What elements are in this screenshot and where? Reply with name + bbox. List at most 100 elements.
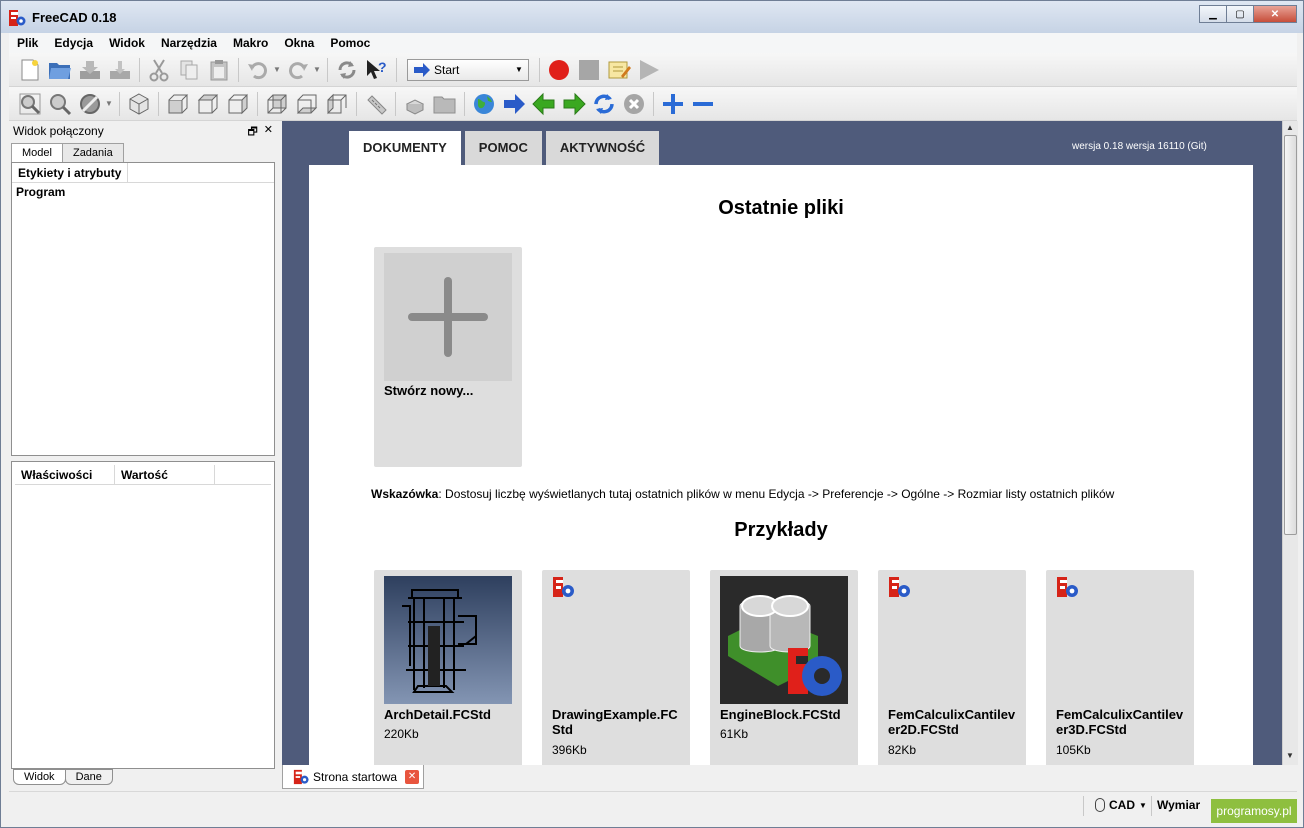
web-refresh-button[interactable] <box>589 90 619 118</box>
close-button[interactable]: ✕ <box>1253 5 1297 23</box>
web-back-button[interactable] <box>529 90 559 118</box>
web-set-url-button[interactable] <box>499 90 529 118</box>
hint-body: : Dostosuj liczbę wyświetlanych tutaj os… <box>438 487 1115 501</box>
cube-left-icon <box>327 93 347 114</box>
toolbar-separator <box>238 57 239 82</box>
web-start-page-button[interactable] <box>469 90 499 118</box>
web-stop-button[interactable] <box>619 90 649 118</box>
redo-button[interactable] <box>283 56 313 84</box>
navigation-style-button[interactable]: CAD ▼ <box>1095 798 1147 812</box>
property-header-property[interactable]: Właściwości <box>15 465 115 484</box>
toolbar-separator <box>327 57 328 82</box>
model-tree[interactable]: Etykiety i atrybuty Program <box>11 162 275 456</box>
example-card[interactable]: EngineBlock.FCStd 61Kb <box>710 570 858 765</box>
example-card[interactable]: ArchDetail.FCStd 220Kb <box>374 570 522 765</box>
tab-view[interactable]: Widok <box>13 769 66 785</box>
toolbar-separator <box>158 91 159 116</box>
combo-view-title: Widok połączony <box>13 124 104 138</box>
status-separator <box>1151 796 1152 816</box>
tab-tasks[interactable]: Zadania <box>61 143 124 163</box>
tab-activity[interactable]: AKTYWNOŚĆ <box>545 131 660 165</box>
redo-dropdown-icon[interactable]: ▼ <box>313 56 323 84</box>
macro-edit-icon <box>608 61 631 78</box>
copy-button[interactable] <box>174 56 204 84</box>
save-as-button[interactable] <box>105 56 135 84</box>
menu-file[interactable]: Plik <box>9 33 46 53</box>
tab-help[interactable]: POMOC <box>464 131 542 165</box>
macro-run-button[interactable] <box>634 56 664 84</box>
workbench-selector[interactable]: Start ▼ <box>407 58 529 81</box>
menu-view[interactable]: Widok <box>101 33 153 53</box>
combo-view-tabs: Model Zadania <box>11 143 124 164</box>
example-card[interactable]: DrawingExample.FCStd 396Kb <box>542 570 690 765</box>
view-right-button[interactable] <box>223 90 253 118</box>
draw-style-button[interactable] <box>75 90 105 118</box>
example-card[interactable]: FemCalculixCantilever3D.FCStd 105Kb <box>1046 570 1194 765</box>
scroll-down-icon[interactable]: ▼ <box>1286 751 1294 760</box>
start-page-scrollbar[interactable]: ▲ ▼ <box>1282 121 1298 765</box>
tab-data[interactable]: Dane <box>64 769 113 785</box>
macro-edit-button[interactable] <box>604 56 634 84</box>
measure-distance-button[interactable] <box>361 90 391 118</box>
zoom-in-button[interactable] <box>658 90 688 118</box>
maximize-button[interactable]: ▢ <box>1226 5 1254 23</box>
example-card[interactable]: FemCalculixCantilever2D.FCStd 82Kb <box>878 570 1026 765</box>
menu-macro[interactable]: Makro <box>225 33 276 53</box>
view-left-button[interactable] <box>322 90 352 118</box>
workbench-selected-label: Start <box>434 62 460 77</box>
view-top-button[interactable] <box>193 90 223 118</box>
new-file-button[interactable] <box>15 56 45 84</box>
view-isometric-button[interactable] <box>124 90 154 118</box>
undo-dropdown-icon[interactable]: ▼ <box>273 56 283 84</box>
web-forward-button[interactable] <box>559 90 589 118</box>
plus-icon <box>663 93 683 114</box>
open-file-button[interactable] <box>45 56 75 84</box>
macro-record-button[interactable] <box>544 56 574 84</box>
fit-selection-button[interactable] <box>45 90 75 118</box>
paste-button[interactable] <box>204 56 234 84</box>
menu-windows[interactable]: Okna <box>276 33 322 53</box>
save-button[interactable] <box>75 56 105 84</box>
new-file-icon <box>21 59 39 80</box>
menu-tools[interactable]: Narzędzia <box>153 33 225 53</box>
green-arrow-right-icon <box>563 92 586 115</box>
minimize-button[interactable]: ▁ <box>1199 5 1227 23</box>
menu-edit[interactable]: Edycja <box>46 33 101 53</box>
tree-item-application[interactable]: Program <box>12 183 274 201</box>
view-rear-button[interactable] <box>262 90 292 118</box>
close-tab-icon[interactable]: ✕ <box>405 769 420 784</box>
create-new-thumbnail <box>384 253 512 381</box>
scrollbar-thumb[interactable] <box>1284 135 1297 535</box>
create-new-card[interactable]: Stwórz nowy... <box>374 247 522 467</box>
make-group-button[interactable] <box>430 90 460 118</box>
fit-all-button[interactable] <box>15 90 45 118</box>
refresh-button[interactable] <box>332 56 362 84</box>
view-front-button[interactable] <box>163 90 193 118</box>
scroll-up-icon[interactable]: ▲ <box>1286 123 1294 132</box>
float-panel-icon[interactable]: 🗗 <box>247 123 257 142</box>
zoom-out-button[interactable] <box>688 90 718 118</box>
tree-header-labels[interactable]: Etykiety i atrybuty <box>12 163 129 182</box>
example-size: 105Kb <box>1056 743 1091 757</box>
close-panel-icon[interactable]: ✕ <box>264 123 273 142</box>
cut-button[interactable] <box>144 56 174 84</box>
menu-help[interactable]: Pomoc <box>322 33 378 53</box>
property-header-value[interactable]: Wartość <box>115 465 215 484</box>
property-view[interactable]: Właściwości Wartość <box>11 461 275 769</box>
toolbar-separator <box>464 91 465 116</box>
copy-icon <box>180 60 198 79</box>
make-part-button[interactable] <box>400 90 430 118</box>
document-tab-start-page[interactable]: Strona startowa ✕ <box>282 765 424 789</box>
freecad-file-icon <box>553 577 574 597</box>
plus-icon <box>444 277 452 357</box>
whats-this-button[interactable]: ? <box>362 56 392 84</box>
draw-style-dropdown-icon[interactable]: ▼ <box>105 90 115 118</box>
tab-documents[interactable]: DOKUMENTY <box>349 131 461 165</box>
tab-model[interactable]: Model <box>11 143 63 164</box>
hint-label: Wskazówka <box>371 487 439 501</box>
view-bottom-button[interactable] <box>292 90 322 118</box>
example-name: ArchDetail.FCStd <box>384 707 491 722</box>
macro-stop-button[interactable] <box>574 56 604 84</box>
undo-button[interactable] <box>243 56 273 84</box>
start-page-tabs: DOKUMENTY POMOC AKTYWNOŚĆ <box>349 131 663 165</box>
